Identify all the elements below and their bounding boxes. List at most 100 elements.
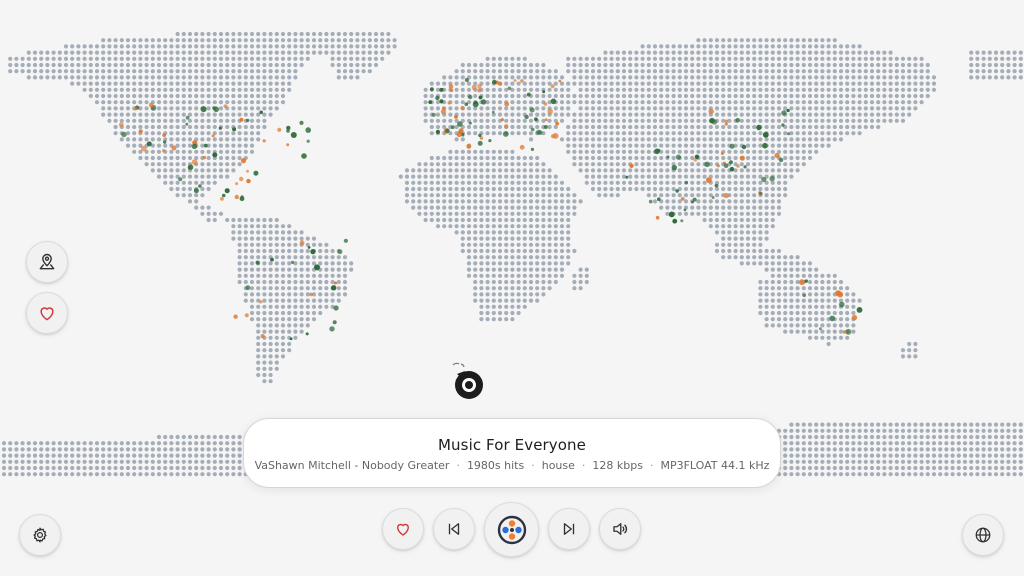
station-marker[interactable]	[259, 300, 263, 304]
station-marker[interactable]	[845, 328, 852, 335]
station-marker[interactable]	[440, 109, 446, 115]
station-marker[interactable]	[550, 84, 555, 89]
station-marker[interactable]	[684, 180, 689, 185]
station-marker[interactable]	[480, 99, 487, 105]
station-marker[interactable]	[337, 249, 343, 255]
station-marker[interactable]	[542, 90, 546, 94]
station-marker[interactable]	[504, 124, 509, 129]
station-marker[interactable]	[729, 166, 735, 172]
world-dot-map[interactable]	[0, 0, 1024, 576]
station-marker[interactable]	[448, 84, 454, 89]
station-marker[interactable]	[220, 197, 224, 201]
station-marker[interactable]	[185, 122, 189, 126]
station-marker[interactable]	[680, 197, 685, 201]
station-marker[interactable]	[683, 208, 687, 212]
station-marker[interactable]	[244, 313, 249, 318]
station-marker[interactable]	[240, 158, 247, 164]
station-marker[interactable]	[478, 133, 482, 138]
station-marker[interactable]	[704, 161, 710, 167]
station-marker[interactable]	[839, 301, 845, 308]
station-marker[interactable]	[299, 240, 305, 246]
station-marker[interactable]	[450, 125, 455, 130]
station-marker[interactable]	[262, 139, 266, 143]
station-marker[interactable]	[802, 293, 806, 298]
station-marker[interactable]	[769, 176, 775, 182]
station-marker[interactable]	[762, 142, 768, 149]
station-marker[interactable]	[799, 279, 805, 285]
station-marker[interactable]	[668, 211, 675, 218]
station-marker[interactable]	[536, 129, 542, 135]
station-marker[interactable]	[447, 101, 451, 105]
locate-station-button[interactable]	[26, 241, 68, 283]
station-marker[interactable]	[558, 79, 562, 83]
station-marker[interactable]	[543, 102, 548, 106]
station-marker[interactable]	[837, 291, 844, 298]
station-marker[interactable]	[310, 249, 316, 255]
station-marker[interactable]	[240, 195, 244, 199]
station-marker[interactable]	[778, 157, 784, 163]
station-marker[interactable]	[449, 88, 454, 93]
station-marker[interactable]	[526, 92, 531, 97]
station-marker[interactable]	[232, 127, 237, 132]
station-marker[interactable]	[191, 143, 198, 149]
station-marker[interactable]	[714, 183, 719, 188]
station-marker[interactable]	[655, 215, 660, 220]
station-marker[interactable]	[513, 79, 517, 82]
station-marker[interactable]	[723, 192, 729, 199]
station-marker[interactable]	[200, 106, 207, 113]
station-marker[interactable]	[735, 118, 740, 123]
station-marker[interactable]	[519, 144, 525, 150]
station-marker[interactable]	[708, 108, 714, 115]
station-marker[interactable]	[672, 218, 678, 224]
station-marker[interactable]	[720, 152, 724, 155]
station-marker[interactable]	[138, 129, 143, 134]
station-marker[interactable]	[555, 121, 559, 126]
station-marker[interactable]	[842, 330, 847, 334]
station-marker[interactable]	[550, 98, 557, 105]
station-marker[interactable]	[245, 285, 251, 291]
station-marker[interactable]	[530, 147, 535, 151]
station-marker[interactable]	[307, 246, 311, 249]
station-marker[interactable]	[781, 123, 785, 127]
station-marker[interactable]	[289, 337, 293, 341]
station-marker[interactable]	[694, 154, 700, 159]
station-marker[interactable]	[460, 105, 465, 111]
station-marker[interactable]	[260, 334, 265, 339]
station-marker[interactable]	[529, 107, 535, 113]
station-marker[interactable]	[121, 131, 127, 138]
station-marker[interactable]	[724, 119, 729, 123]
station-marker[interactable]	[259, 110, 264, 115]
station-marker[interactable]	[500, 118, 504, 122]
station-marker[interactable]	[235, 182, 239, 186]
station-marker[interactable]	[202, 155, 207, 160]
station-marker[interactable]	[203, 143, 208, 148]
station-marker[interactable]	[306, 139, 310, 143]
station-marker[interactable]	[692, 197, 697, 202]
station-marker[interactable]	[314, 264, 320, 271]
station-marker[interactable]	[178, 177, 183, 182]
station-marker[interactable]	[804, 279, 808, 283]
station-marker[interactable]	[233, 314, 238, 319]
station-marker[interactable]	[454, 115, 458, 119]
station-marker[interactable]	[141, 145, 147, 152]
station-marker[interactable]	[291, 260, 295, 264]
station-marker[interactable]	[829, 315, 835, 322]
station-marker[interactable]	[270, 257, 274, 262]
station-marker[interactable]	[472, 101, 479, 108]
station-marker[interactable]	[466, 144, 472, 149]
station-marker[interactable]	[723, 163, 729, 168]
station-marker[interactable]	[762, 131, 769, 138]
station-marker[interactable]	[675, 154, 682, 160]
station-marker[interactable]	[524, 114, 529, 120]
station-marker[interactable]	[544, 118, 548, 122]
station-marker[interactable]	[464, 102, 469, 106]
station-marker[interactable]	[212, 106, 216, 110]
station-marker[interactable]	[246, 118, 250, 123]
station-marker[interactable]	[431, 112, 436, 117]
station-marker[interactable]	[191, 159, 198, 165]
station-marker[interactable]	[468, 121, 472, 125]
station-marker[interactable]	[478, 95, 483, 100]
station-marker[interactable]	[786, 108, 790, 113]
station-marker[interactable]	[198, 184, 202, 188]
station-marker[interactable]	[171, 145, 177, 151]
